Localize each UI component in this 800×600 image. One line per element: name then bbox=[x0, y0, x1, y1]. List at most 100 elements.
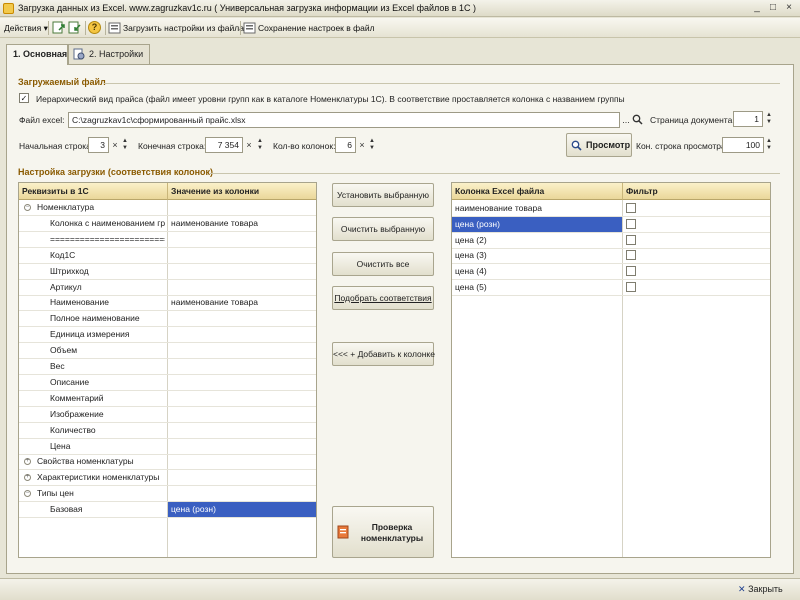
table-row[interactable]: Вес bbox=[19, 359, 316, 375]
column-value[interactable] bbox=[168, 375, 316, 390]
collapse-icon[interactable]: − bbox=[24, 490, 31, 498]
preview-end-input[interactable]: 100 bbox=[722, 137, 764, 153]
table-row[interactable]: − Типы цен bbox=[19, 486, 316, 503]
table-row[interactable]: цена (2) bbox=[452, 233, 770, 249]
spin-down-icon[interactable]: ▼ bbox=[765, 119, 773, 126]
spin-down-icon[interactable]: ▼ bbox=[368, 145, 376, 152]
column-value[interactable] bbox=[168, 280, 316, 295]
column-value[interactable] bbox=[168, 200, 316, 215]
table-row[interactable]: Артикул bbox=[19, 280, 316, 296]
spin-up-icon[interactable]: ▲ bbox=[765, 138, 773, 145]
expand-icon[interactable]: + bbox=[24, 458, 31, 466]
hierarchy-checkbox[interactable]: ✓ bbox=[19, 93, 29, 103]
table-row[interactable]: Количество bbox=[19, 423, 316, 439]
table-row[interactable]: Описание bbox=[19, 375, 316, 391]
filter-checkbox[interactable] bbox=[626, 250, 636, 261]
column-count-clear-icon[interactable]: × bbox=[357, 138, 367, 152]
column-count-spinner[interactable]: ▲ ▼ bbox=[368, 138, 376, 152]
column-value[interactable] bbox=[168, 248, 316, 263]
export-icon[interactable] bbox=[52, 21, 66, 35]
tab-main[interactable]: 1. Основная bbox=[6, 44, 68, 65]
page-input[interactable]: 1 bbox=[733, 111, 763, 127]
import-icon[interactable] bbox=[68, 21, 82, 35]
start-row-input[interactable]: 3 bbox=[88, 137, 109, 153]
table-row[interactable]: цена (розн) bbox=[452, 216, 770, 233]
excel-column-name[interactable]: цена (5) bbox=[452, 280, 622, 295]
page-spinner[interactable]: ▲ ▼ bbox=[765, 112, 773, 126]
value-column-header[interactable]: Значение из колонки bbox=[168, 183, 316, 200]
check-nomenclature-button[interactable]: Проверка номенклатуры bbox=[332, 506, 434, 558]
column-count-input[interactable]: 6 bbox=[335, 137, 356, 153]
load-settings-button[interactable]: Загрузить настройки из файла bbox=[123, 21, 244, 35]
clear-selected-button[interactable]: Очистить выбранную bbox=[332, 217, 434, 241]
table-row[interactable]: Код1С bbox=[19, 248, 316, 264]
expand-icon[interactable]: + bbox=[24, 474, 31, 482]
spin-down-icon[interactable]: ▼ bbox=[256, 145, 264, 152]
filter-column-header[interactable]: Фильтр bbox=[623, 183, 770, 200]
column-value[interactable]: наименование товара bbox=[168, 216, 316, 231]
add-to-column-button[interactable]: <<< + Добавить к колонке bbox=[332, 342, 435, 366]
table-row[interactable]: цена (5) bbox=[452, 280, 770, 296]
excel-columns-table[interactable]: Колонка Excel файла Фильтр наименование … bbox=[451, 182, 771, 558]
column-value[interactable] bbox=[168, 423, 316, 438]
spin-up-icon[interactable]: ▲ bbox=[368, 138, 376, 145]
file-path-input[interactable]: C:\zagruzkav1c\сформированный прайс.xlsx bbox=[68, 112, 620, 128]
column-value[interactable] bbox=[168, 486, 316, 501]
close-form-button[interactable]: ✕ Закрыть bbox=[738, 582, 783, 597]
set-selected-button[interactable]: Установить выбранную bbox=[332, 183, 434, 207]
table-row[interactable]: цена (4) bbox=[452, 264, 770, 281]
excel-column-name[interactable]: цена (3) bbox=[452, 248, 622, 263]
minimize-button[interactable]: _ bbox=[750, 2, 764, 15]
table-row[interactable]: Комментарий bbox=[19, 391, 316, 407]
column-value[interactable] bbox=[168, 407, 316, 422]
table-row[interactable]: Цена bbox=[19, 439, 316, 455]
open-file-search-icon[interactable] bbox=[632, 114, 643, 125]
filter-checkbox[interactable] bbox=[626, 203, 636, 213]
table-row[interactable]: + Характеристики номенклатуры bbox=[19, 470, 316, 487]
column-value[interactable] bbox=[168, 311, 316, 326]
filter-checkbox[interactable] bbox=[626, 234, 636, 245]
excel-column-name[interactable]: цена (2) bbox=[452, 233, 622, 248]
end-row-input[interactable]: 7 354 bbox=[205, 137, 243, 153]
save-settings-button[interactable]: Сохранение настроек в файл bbox=[258, 21, 375, 35]
excel-column-name[interactable]: наименование товара bbox=[452, 201, 622, 216]
filter-checkbox[interactable] bbox=[626, 218, 636, 229]
column-value[interactable] bbox=[168, 359, 316, 374]
clear-all-button[interactable]: Очистить все bbox=[332, 252, 434, 276]
column-value[interactable] bbox=[168, 232, 316, 247]
column-value[interactable] bbox=[168, 343, 316, 358]
table-row[interactable]: Штрихкод bbox=[19, 264, 316, 280]
end-row-clear-icon[interactable]: × bbox=[244, 138, 254, 152]
excel-column-header[interactable]: Колонка Excel файла bbox=[452, 183, 623, 200]
column-value[interactable] bbox=[168, 439, 316, 454]
help-icon[interactable]: ? bbox=[88, 21, 101, 34]
table-row[interactable]: цена (3) bbox=[452, 248, 770, 265]
preview-button[interactable]: Просмотр bbox=[566, 133, 632, 157]
excel-column-name[interactable]: цена (розн) bbox=[452, 216, 622, 232]
spin-up-icon[interactable]: ▲ bbox=[765, 112, 773, 119]
filter-checkbox[interactable] bbox=[626, 266, 636, 277]
end-row-spinner[interactable]: ▲ ▼ bbox=[256, 138, 264, 152]
start-row-spinner[interactable]: ▲ ▼ bbox=[121, 138, 129, 152]
column-value[interactable] bbox=[168, 327, 316, 342]
table-row[interactable]: наименование товара bbox=[452, 201, 770, 217]
actions-menu[interactable]: Действия ▾ bbox=[4, 21, 48, 35]
filter-checkbox[interactable] bbox=[626, 282, 636, 292]
column-value[interactable] bbox=[168, 391, 316, 406]
column-value[interactable] bbox=[168, 470, 316, 485]
table-row[interactable]: − Номенклатура bbox=[19, 200, 316, 216]
column-value[interactable]: цена (розн) bbox=[168, 502, 316, 518]
table-row[interactable]: Колонка с наименованием гр... наименовани… bbox=[19, 216, 316, 232]
match-columns-button[interactable]: Подобрать соответствия bbox=[332, 286, 434, 310]
spin-down-icon[interactable]: ▼ bbox=[121, 145, 129, 152]
table-row[interactable]: Изображение bbox=[19, 407, 316, 423]
requisites-column-header[interactable]: Реквизиты в 1С bbox=[19, 183, 168, 200]
spin-down-icon[interactable]: ▼ bbox=[765, 145, 773, 152]
excel-column-name[interactable]: цена (4) bbox=[452, 264, 622, 279]
spin-up-icon[interactable]: ▲ bbox=[256, 138, 264, 145]
requisites-table[interactable]: Реквизиты в 1С Значение из колонки − Номе… bbox=[18, 182, 317, 558]
browse-button[interactable]: ... bbox=[621, 113, 631, 127]
table-row[interactable]: + Свойства номенклатуры bbox=[19, 454, 316, 471]
column-value[interactable] bbox=[168, 264, 316, 279]
table-row[interactable]: ========================= bbox=[19, 232, 316, 248]
